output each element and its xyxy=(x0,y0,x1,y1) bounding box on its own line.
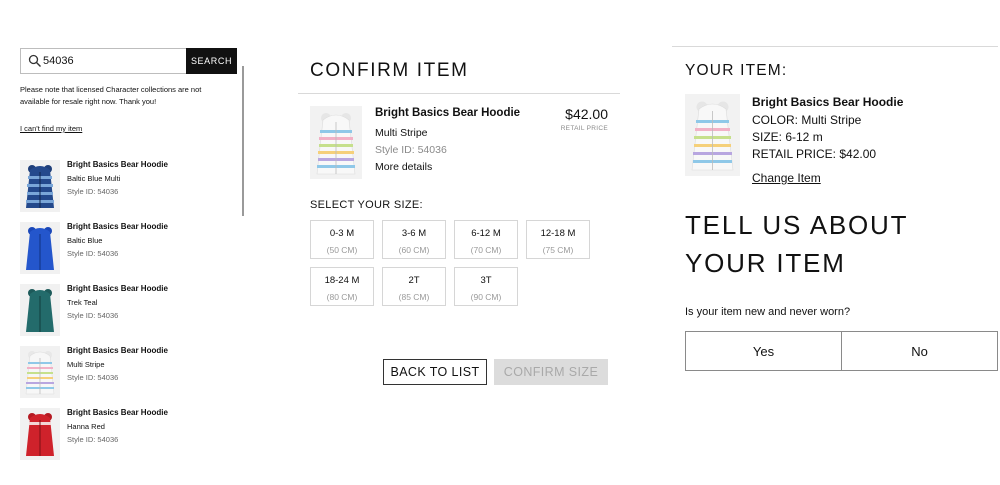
list-item[interactable]: Bright Basics Bear Hoodie Multi Stripe S… xyxy=(20,346,220,400)
size-name: 3-6 M xyxy=(401,228,427,239)
list-item[interactable]: Bright Basics Bear Hoodie Baltic Blue St… xyxy=(20,222,220,276)
list-item-style-id: Style ID: 54036 xyxy=(67,373,119,382)
size-option-12-18m[interactable]: 12-18 M (75 CM) xyxy=(526,220,590,259)
search-button[interactable]: SEARCH xyxy=(186,48,237,74)
size-cm: (80 CM) xyxy=(326,292,358,302)
list-item-color: Trek Teal xyxy=(67,298,98,307)
cant-find-item-link[interactable]: I can't find my item xyxy=(20,124,82,133)
change-item-link[interactable]: Change Item xyxy=(752,171,821,185)
baltic-blue-multi-hoodie-image xyxy=(20,160,60,212)
product-name: Bright Basics Bear Hoodie xyxy=(375,107,521,119)
list-item-name: Bright Basics Bear Hoodie xyxy=(67,222,168,231)
list-item[interactable]: Bright Basics Bear Hoodie Trek Teal Styl… xyxy=(20,284,220,338)
size-option-18-24m[interactable]: 18-24 M (80 CM) xyxy=(310,267,374,306)
list-item-name: Bright Basics Bear Hoodie xyxy=(67,346,168,355)
divider xyxy=(672,46,998,47)
product-price: $42.00 xyxy=(565,106,608,122)
size-cm: (75 CM) xyxy=(542,245,574,255)
search-input[interactable] xyxy=(43,51,181,71)
selected-item-image xyxy=(685,94,740,176)
list-item-style-id: Style ID: 54036 xyxy=(67,311,119,320)
results-scrollbar[interactable] xyxy=(242,66,244,216)
list-item[interactable]: Bright Basics Bear Hoodie Hanna Red Styl… xyxy=(20,408,220,462)
baltic-blue-hoodie-image xyxy=(20,222,60,274)
confirm-item-title: CONFIRM ITEM xyxy=(310,60,469,81)
size-option-0-3m[interactable]: 0-3 M (50 CM) xyxy=(310,220,374,259)
list-item[interactable]: Bright Basics Bear Hoodie Baltic Blue Mu… xyxy=(20,160,220,214)
hanna-red-hoodie-image xyxy=(20,408,60,460)
size-option-3t[interactable]: 3T (90 CM) xyxy=(454,267,518,306)
list-item-color: Baltic Blue xyxy=(67,236,103,245)
search-field-box[interactable] xyxy=(20,48,187,74)
trek-teal-hoodie-image xyxy=(20,284,60,336)
selected-item-size: SIZE: 6-12 m xyxy=(752,130,823,144)
list-item-color: Hanna Red xyxy=(67,422,105,431)
list-item-color: Multi Stripe xyxy=(67,360,105,369)
size-cm: (50 CM) xyxy=(326,245,358,255)
size-option-6-12m[interactable]: 6-12 M (70 CM) xyxy=(454,220,518,259)
back-to-list-button[interactable]: BACK TO LIST xyxy=(383,359,487,385)
size-name: 12-18 M xyxy=(540,228,576,239)
divider xyxy=(298,93,620,94)
list-item-style-id: Style ID: 54036 xyxy=(67,249,119,258)
list-item-name: Bright Basics Bear Hoodie xyxy=(67,160,168,169)
size-option-2t[interactable]: 2T (85 CM) xyxy=(382,267,446,306)
licensing-notice: Please note that licensed Character coll… xyxy=(20,85,202,106)
size-cm: (70 CM) xyxy=(470,245,502,255)
list-item-name: Bright Basics Bear Hoodie xyxy=(67,408,168,417)
size-cm: (60 CM) xyxy=(398,245,430,255)
your-item-title: YOUR ITEM: xyxy=(685,62,788,79)
search-bar: SEARCH xyxy=(20,48,237,74)
tell-us-title: TELL US ABOUT YOUR ITEM xyxy=(685,210,908,278)
selected-item-name: Bright Basics Bear Hoodie xyxy=(752,95,904,109)
list-item-name: Bright Basics Bear Hoodie xyxy=(67,284,168,293)
selected-item-color: COLOR: Multi Stripe xyxy=(752,113,862,127)
product-style-id: Style ID: 54036 xyxy=(375,144,447,156)
size-name: 0-3 M xyxy=(329,228,355,239)
size-option-3-6m[interactable]: 3-6 M (60 CM) xyxy=(382,220,446,259)
search-icon xyxy=(28,54,41,67)
size-cm: (85 CM) xyxy=(398,292,430,302)
list-item-style-id: Style ID: 54036 xyxy=(67,435,119,444)
product-image xyxy=(310,106,362,179)
price-label: RETAIL PRICE xyxy=(560,125,608,132)
list-item-color: Baltic Blue Multi xyxy=(67,174,121,183)
more-details-link[interactable]: More details xyxy=(375,161,432,173)
condition-answer-group: Yes No xyxy=(685,331,998,371)
size-cm: (90 CM) xyxy=(470,292,502,302)
list-item-style-id: Style ID: 54036 xyxy=(67,187,119,196)
size-name: 2T xyxy=(408,275,420,286)
condition-question: Is your item new and never worn? xyxy=(685,306,851,318)
no-button[interactable]: No xyxy=(842,332,997,370)
select-size-label: SELECT YOUR SIZE: xyxy=(310,199,423,211)
multi-stripe-hoodie-image xyxy=(20,346,60,398)
selected-item-price: RETAIL PRICE: $42.00 xyxy=(752,147,877,161)
size-name: 18-24 M xyxy=(324,275,360,286)
size-name: 3T xyxy=(480,275,492,286)
size-name: 6-12 M xyxy=(471,228,501,239)
product-color: Multi Stripe xyxy=(375,127,428,139)
yes-button[interactable]: Yes xyxy=(686,332,841,370)
confirm-size-button[interactable]: CONFIRM SIZE xyxy=(494,359,608,385)
